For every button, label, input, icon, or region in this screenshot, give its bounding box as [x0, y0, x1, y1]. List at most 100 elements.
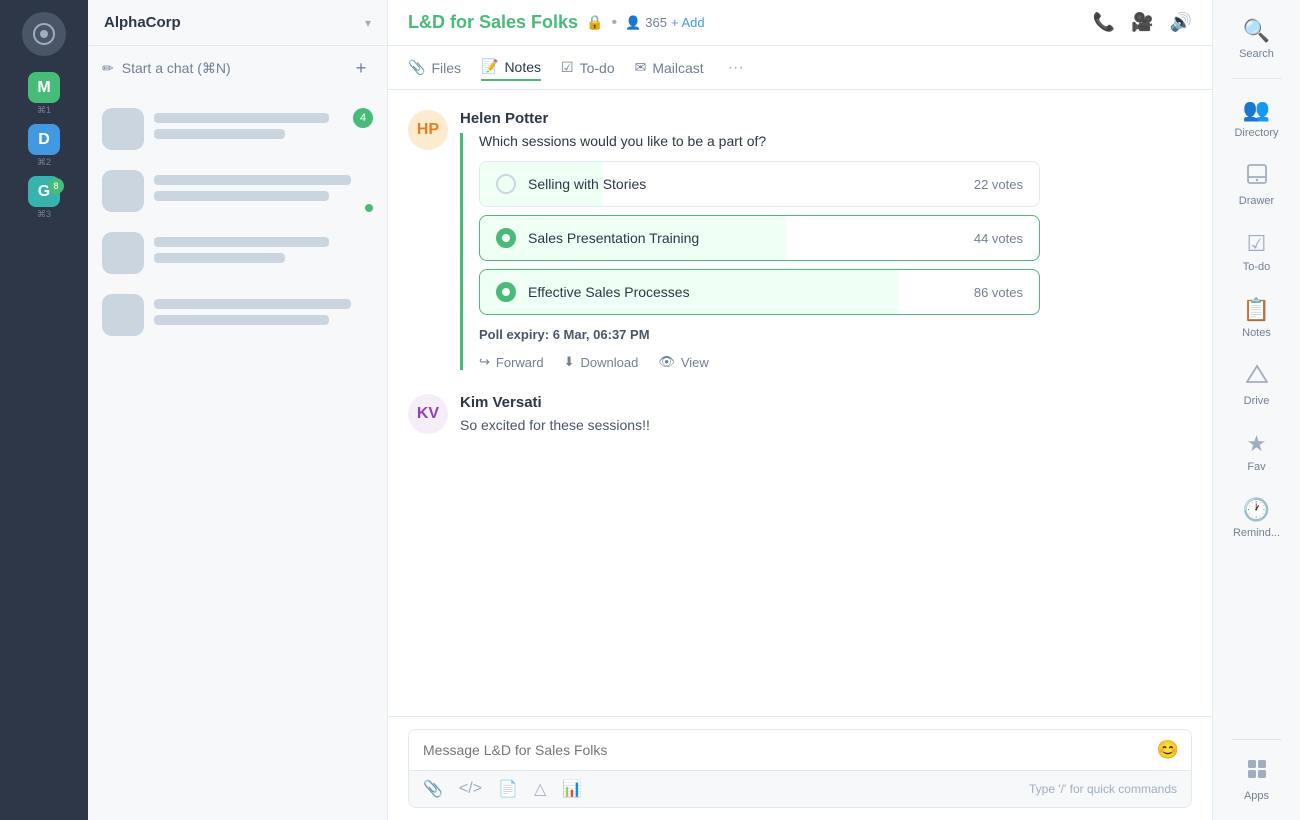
todo-panel-icon: ☑: [1247, 231, 1267, 257]
forward-button[interactable]: ↪ Forward: [479, 354, 544, 370]
avatar: [102, 108, 144, 150]
workspace-badge: 8: [48, 178, 64, 194]
right-panel-fav[interactable]: ★ Fav: [1221, 421, 1293, 483]
phone-icon[interactable]: 📞: [1093, 12, 1115, 33]
poll-option-1[interactable]: Selling with Stories 22 votes: [479, 161, 1040, 207]
list-item[interactable]: 4: [88, 98, 387, 160]
apps-icon: [1246, 758, 1268, 786]
message-input[interactable]: [409, 730, 1191, 770]
channel-header: L&D for Sales Folks 🔒 • 👤 365 + Add 📞 🎥 …: [388, 0, 1212, 46]
sidebar-line: [154, 175, 351, 185]
code-icon[interactable]: </>: [459, 780, 482, 798]
forward-icon: ↪: [479, 354, 490, 370]
lock-icon: 🔒: [586, 14, 603, 31]
message-helen: HP Helen Potter Which sessions would you…: [408, 110, 1192, 370]
sidebar-line: [154, 237, 329, 247]
list-item[interactable]: [88, 160, 387, 222]
sidebar-title: AlphaCorp: [104, 14, 181, 31]
message-input-wrapper: 😊: [409, 730, 1191, 770]
document-icon[interactable]: 📄: [498, 779, 518, 799]
poll-votes-2: 44 votes: [974, 231, 1023, 246]
right-panel-remind[interactable]: 🕐 Remind...: [1221, 487, 1293, 549]
directory-label: Directory: [1234, 127, 1278, 139]
download-icon: ⬇: [564, 354, 575, 370]
message-toolbar: 📎 </> 📄 △ 📊 Type '/' for quick commands: [409, 770, 1191, 807]
mailcast-icon: ✉: [635, 59, 647, 76]
notes-panel-icon: 📋: [1243, 297, 1270, 323]
workspace-shortcut-2: ⌘2: [37, 157, 51, 168]
download-button[interactable]: ⬇ Download: [564, 354, 639, 370]
panel-divider: [1232, 78, 1282, 79]
sidebar-text: [154, 237, 373, 269]
tab-todo[interactable]: ☑ To-do: [561, 55, 615, 80]
sidebar-actions: ✏ Start a chat (⌘N) +: [88, 46, 387, 90]
drive-label: Drive: [1244, 395, 1270, 407]
right-panel: 🔍 Search 👥 Directory Drawer ☑ To-do 📋 No…: [1212, 0, 1300, 820]
poll-votes-3: 86 votes: [974, 285, 1023, 300]
tab-todo-label: To-do: [580, 60, 615, 76]
view-button[interactable]: 👁 View: [658, 354, 708, 370]
sidebar-line: [154, 253, 285, 263]
tab-files-label: Files: [431, 60, 461, 76]
emoji-icon[interactable]: 😊: [1157, 740, 1179, 761]
right-panel-search[interactable]: 🔍 Search: [1221, 8, 1293, 70]
directory-icon: 👥: [1243, 97, 1270, 123]
new-chat-label: Start a chat (⌘N): [122, 60, 231, 77]
workspace-m[interactable]: M ⌘1: [22, 72, 66, 116]
workspace-g[interactable]: G ⌘3 8: [22, 176, 66, 220]
workspace-shortcut-3: ⌘3: [37, 209, 51, 220]
attach-icon[interactable]: 📎: [423, 779, 443, 799]
fav-icon: ★: [1247, 431, 1267, 457]
add-member-button[interactable]: + Add: [671, 15, 705, 30]
right-panel-notes[interactable]: 📋 Notes: [1221, 287, 1293, 349]
workspace-letter-d: D: [28, 124, 60, 155]
list-item[interactable]: [88, 222, 387, 284]
tab-files[interactable]: 📎 Files: [408, 55, 461, 80]
video-icon[interactable]: 🎥: [1131, 12, 1153, 33]
right-panel-todo[interactable]: ☑ To-do: [1221, 221, 1293, 283]
tab-mailcast-label: Mailcast: [652, 60, 703, 76]
sender-name-helen: Helen Potter: [460, 110, 1192, 127]
poll-radio-3: [496, 282, 516, 302]
chart-icon[interactable]: 📊: [562, 779, 582, 799]
poll-actions: ↪ Forward ⬇ Download 👁 View: [479, 354, 1040, 370]
right-panel-apps[interactable]: Apps: [1221, 748, 1293, 812]
avatar-helen: HP: [408, 110, 448, 150]
icon-bar: M ⌘1 D ⌘2 G ⌘3 8: [0, 0, 88, 820]
separator-dot: •: [611, 14, 617, 32]
right-panel-drawer[interactable]: Drawer: [1221, 153, 1293, 217]
right-panel-drive[interactable]: Drive: [1221, 353, 1293, 417]
drive-toolbar-icon[interactable]: △: [534, 779, 546, 799]
poll-option-3[interactable]: Effective Sales Processes 86 votes: [479, 269, 1040, 315]
list-item[interactable]: [88, 284, 387, 346]
workspace-d[interactable]: D ⌘2: [22, 124, 66, 168]
message-kim: KV Kim Versati So excited for these sess…: [408, 394, 1192, 434]
sidebar-list: 4: [88, 90, 387, 820]
tab-mailcast[interactable]: ✉ Mailcast: [635, 55, 704, 80]
notes-panel-label: Notes: [1242, 327, 1271, 339]
poll-option-2[interactable]: Sales Presentation Training 44 votes: [479, 215, 1040, 261]
fav-label: Fav: [1247, 461, 1265, 473]
poll-container: Which sessions would you like to be a pa…: [460, 133, 1040, 370]
files-icon: 📎: [408, 59, 425, 76]
right-panel-directory[interactable]: 👥 Directory: [1221, 87, 1293, 149]
sender-name-kim: Kim Versati: [460, 394, 1192, 411]
edit-icon: ✏: [102, 60, 114, 77]
chevron-down-icon[interactable]: ▾: [365, 16, 371, 30]
add-chat-button[interactable]: +: [349, 56, 373, 80]
poll-label-2: Sales Presentation Training: [528, 230, 962, 246]
unread-dot: [365, 204, 373, 212]
poll-label-1: Selling with Stories: [528, 176, 962, 192]
drive-icon: [1246, 363, 1268, 391]
poll-radio-2: [496, 228, 516, 248]
new-chat-button[interactable]: ✏ Start a chat (⌘N): [102, 60, 349, 77]
more-options-icon[interactable]: ···: [728, 59, 744, 77]
logo-icon[interactable]: [22, 12, 66, 56]
apps-label: Apps: [1244, 790, 1269, 802]
mute-icon[interactable]: 🔊: [1170, 12, 1192, 33]
channel-title-row: L&D for Sales Folks 🔒 • 👤 365 + Add: [408, 12, 705, 33]
notes-icon: 📝: [481, 58, 498, 75]
members-icon: 👤: [625, 15, 641, 31]
tab-notes[interactable]: 📝 Notes: [481, 54, 541, 81]
sidebar: AlphaCorp ▾ ✏ Start a chat (⌘N) + 4: [88, 0, 388, 820]
